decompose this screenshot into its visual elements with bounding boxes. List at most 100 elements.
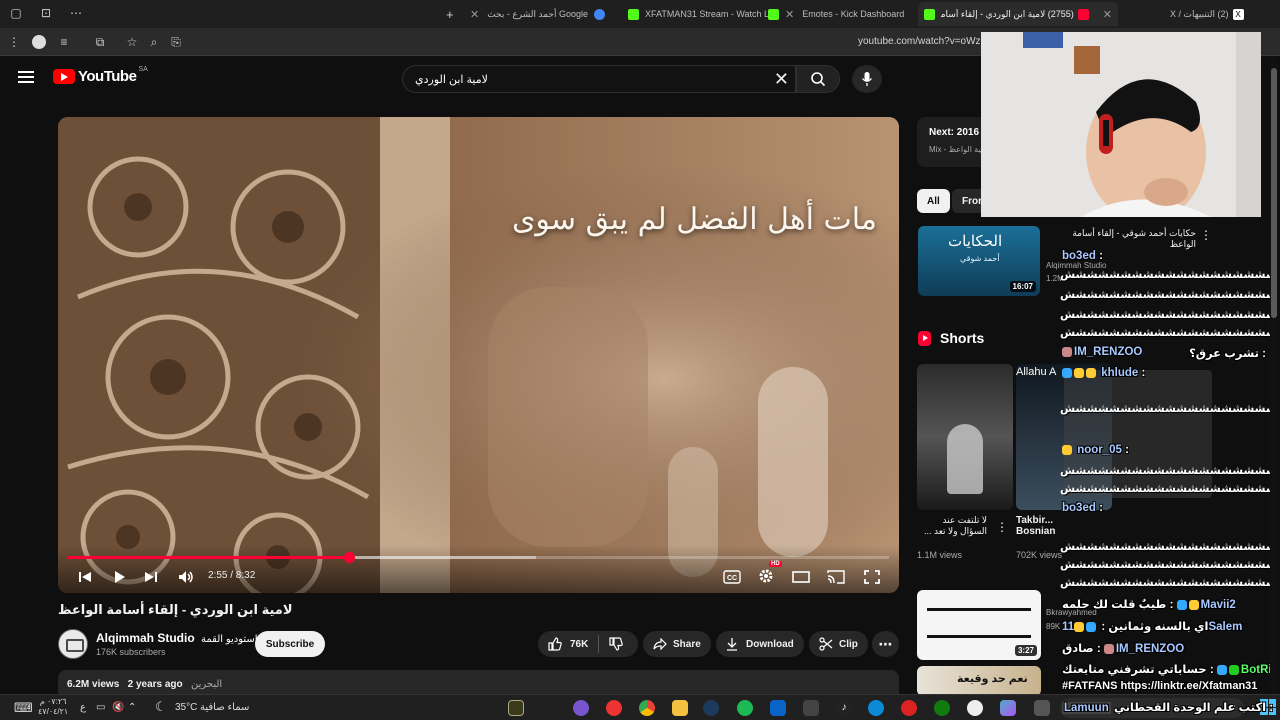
- youtube-logo[interactable]: YouTube SA: [53, 66, 148, 85]
- user-badge-icon: [1062, 444, 1072, 455]
- stream-chat-overlay: bo3ed : ششششششششششششششششششش شششششششششششش…: [1058, 222, 1270, 696]
- xbox-icon[interactable]: [934, 700, 950, 716]
- hamburger-menu-icon[interactable]: [18, 71, 34, 83]
- volume-icon[interactable]: [178, 570, 194, 584]
- tab-actions-icon[interactable]: ⧉: [92, 34, 108, 50]
- chat-message: ششششششششششششششششششش: [1060, 269, 1270, 281]
- like-button[interactable]: 76K: [548, 637, 588, 651]
- video-player[interactable]: مات أهل الفضل لم يبق سوى 2:55 / 8:32 CC …: [58, 117, 899, 593]
- url-text[interactable]: youtube.com/watch?v=oWzo: [858, 36, 986, 47]
- app-icon[interactable]: [901, 700, 917, 716]
- cast-icon[interactable]: [827, 570, 845, 584]
- menu-dots-icon[interactable]: ⋮: [6, 34, 22, 50]
- spotify-icon[interactable]: [737, 700, 753, 716]
- short-title[interactable]: لا تلتفت عند السؤال ولا تعد ...: [917, 515, 987, 537]
- download-button[interactable]: Download: [716, 631, 804, 657]
- extensions-icon[interactable]: ≡: [56, 34, 72, 50]
- window-menu-icon[interactable]: ▢: [8, 5, 24, 21]
- next-icon[interactable]: [144, 570, 158, 584]
- file-explorer-icon[interactable]: [672, 700, 688, 716]
- play-icon[interactable]: [112, 570, 126, 584]
- divider: [598, 635, 600, 653]
- chat-message: اي بالسنه وثمانين : 11Salem: [1062, 619, 1242, 633]
- settings-gear-icon[interactable]: [758, 568, 774, 584]
- clear-search-icon[interactable]: ✕: [774, 69, 789, 90]
- channel-name[interactable]: Alqimmah Studio استوديو القمة: [96, 631, 258, 645]
- chevron-up-icon[interactable]: ⌃: [128, 702, 136, 713]
- recommended-thumbnail[interactable]: نعم حد وقيعة: [917, 666, 1041, 696]
- chip-all[interactable]: All: [917, 189, 950, 213]
- language-indicator[interactable]: ع: [80, 702, 86, 713]
- scrubber-handle[interactable]: [343, 552, 355, 563]
- clip-button[interactable]: Clip: [809, 631, 868, 657]
- steam-icon[interactable]: [703, 700, 719, 716]
- search-input[interactable]: لامية ابن الوردي ✕: [402, 65, 796, 93]
- monitor-icon[interactable]: ▭: [96, 702, 105, 713]
- progress-bar[interactable]: [68, 552, 889, 563]
- more-vertical-icon[interactable]: ⋮: [996, 520, 1008, 534]
- weather-description[interactable]: سماء صافية: [200, 702, 249, 713]
- channel-avatar[interactable]: [58, 629, 88, 659]
- more-icon[interactable]: ⋯: [68, 5, 84, 21]
- tab-kick-dashboard[interactable]: ✕ Emotes - Kick Dashboard: [768, 2, 918, 26]
- recommended-thumbnail[interactable]: الحكايات أحمد شوقي 16:07: [918, 226, 1040, 296]
- tab-google-search[interactable]: ✕ أحمد الشرع - بحث Google: [470, 2, 620, 26]
- app-icon[interactable]: [967, 700, 983, 716]
- captions-icon[interactable]: CC: [723, 570, 741, 584]
- discord-icon[interactable]: [573, 700, 589, 716]
- chrome-icon[interactable]: [639, 700, 655, 716]
- search-button[interactable]: [796, 65, 840, 93]
- widgets-icon[interactable]: [1034, 700, 1050, 716]
- thumbs-down-icon[interactable]: [609, 637, 624, 651]
- chat-message: طيبٌ قلت لك حلمه : Mavii2: [1062, 597, 1236, 611]
- kick-icon: [628, 8, 639, 20]
- clock[interactable]: ٠٧:٢٦ م ٤٧/٠٤/٢١: [38, 697, 68, 717]
- volume-muted-icon[interactable]: 🔇: [112, 702, 124, 713]
- recommended-thumbnail[interactable]: 3:27: [917, 590, 1041, 660]
- short-thumbnail[interactable]: [917, 364, 1013, 510]
- close-icon[interactable]: ✕: [1103, 8, 1112, 21]
- chat-message: ششششششششششششششششششش: [1060, 465, 1270, 477]
- obs-icon[interactable]: [606, 700, 622, 716]
- share-button[interactable]: Share: [643, 631, 711, 657]
- region-code: SA: [138, 66, 148, 73]
- app-icon[interactable]: [508, 700, 524, 716]
- chat-message: IM_RENZOO: [1062, 346, 1142, 358]
- new-tab-button[interactable]: +: [446, 2, 456, 26]
- close-icon[interactable]: ✕: [785, 8, 794, 21]
- share-label: Share: [673, 638, 701, 650]
- zoom-icon[interactable]: ⌕: [146, 34, 162, 50]
- previous-icon[interactable]: [78, 570, 92, 584]
- chat-message: bo3ed :: [1062, 502, 1103, 514]
- tiktok-icon[interactable]: ♪: [836, 700, 852, 716]
- copilot-icon[interactable]: [1000, 700, 1016, 716]
- bookmark-star-icon[interactable]: ☆: [124, 34, 140, 50]
- tab-youtube-active[interactable]: (2755) لامية ابن الوردي - إلقاء أسامة ال…: [918, 2, 1118, 26]
- chat-message: ششششششششششششششششششش: [1060, 289, 1270, 301]
- subscribe-button[interactable]: Subscribe: [255, 631, 325, 657]
- clock-time: ٠٧:٢٦ م: [39, 697, 67, 706]
- tab-search-icon[interactable]: ⊡: [38, 5, 54, 21]
- tab-x-notifications[interactable]: (2) التنبيهات / X X: [1170, 2, 1270, 26]
- edge-icon[interactable]: [868, 700, 884, 716]
- fullscreen-icon[interactable]: [864, 570, 880, 584]
- desktop-icon[interactable]: ⌨: [14, 700, 33, 716]
- next-label: Next: 2016: [929, 127, 980, 138]
- short-overlay-text: Allahu A: [1016, 366, 1057, 378]
- theater-mode-icon[interactable]: [792, 570, 810, 584]
- more-actions-button[interactable]: ⋯: [872, 631, 899, 657]
- scrollbar-thumb[interactable]: [1271, 68, 1277, 318]
- outlook-icon[interactable]: [770, 700, 786, 716]
- profile-avatar[interactable]: [32, 35, 46, 49]
- store-icon[interactable]: [803, 700, 819, 716]
- install-app-icon[interactable]: ⎘: [168, 34, 184, 50]
- page-scrollbar[interactable]: [1270, 58, 1278, 694]
- user-badge-icon: [1216, 664, 1227, 675]
- player-controls: 2:55 / 8:32 CC HD: [58, 545, 899, 593]
- shorts-icon: [918, 330, 931, 346]
- close-icon[interactable]: ✕: [470, 8, 479, 21]
- short-title[interactable]: Takbir... Bosnian: [1016, 515, 1061, 537]
- voice-search-button[interactable]: [852, 65, 882, 93]
- weather-temperature[interactable]: 35°C: [175, 702, 197, 713]
- tab-kick-stream[interactable]: XFATMAN31 Stream - Watch Li: [628, 2, 778, 26]
